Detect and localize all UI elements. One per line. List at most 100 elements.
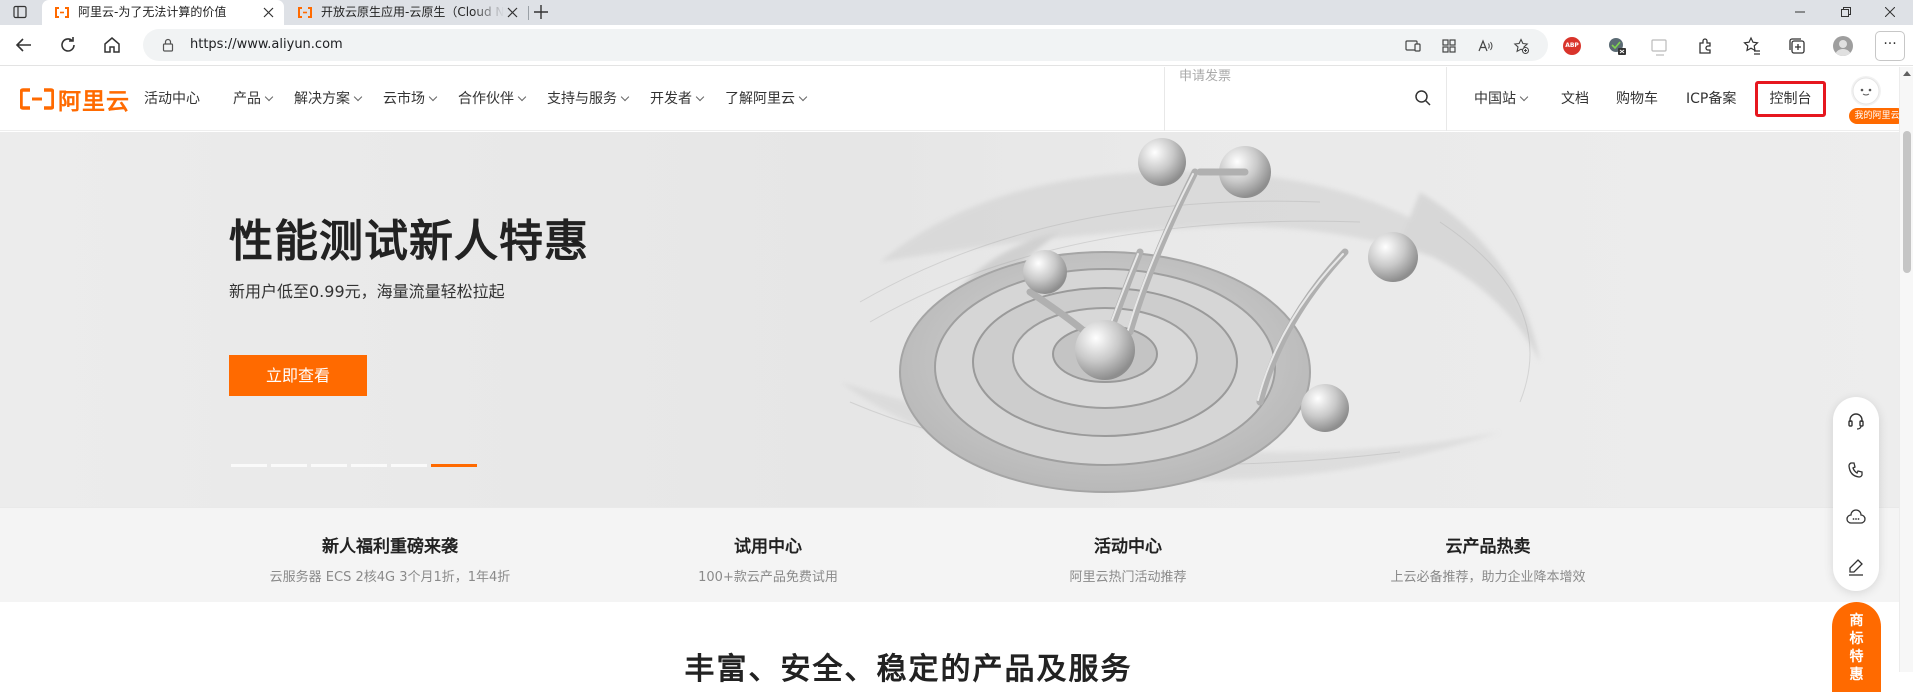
search-icon[interactable] <box>1414 89 1432 107</box>
nav-solutions[interactable]: 解决方案 <box>294 67 363 131</box>
collections-icon[interactable] <box>1787 36 1807 56</box>
nav-partners[interactable]: 合作伙伴 <box>458 67 527 131</box>
tab-cloud-native[interactable]: 开放云原生应用-云原生（Cloud Native） <box>285 0 528 25</box>
nav-label: 云市场 <box>383 91 425 107</box>
highlight-title: 试用中心 <box>734 537 802 557</box>
link-label: ICP备案 <box>1686 91 1737 107</box>
highlight-hot-products[interactable]: 云产品热卖 上云必备推荐，助力企业降本增效 <box>1308 508 1668 585</box>
cart-link[interactable]: 购物车 <box>1616 67 1658 131</box>
chevron-down-icon <box>798 92 808 102</box>
page-scrollbar[interactable] <box>1899 67 1913 672</box>
profile-icon[interactable] <box>1833 36 1853 56</box>
highlight-activity-center[interactable]: 活动中心 阿里云热门活动推荐 <box>948 508 1308 585</box>
read-mode-icon[interactable] <box>1405 38 1421 54</box>
add-favorite-icon[interactable] <box>1513 38 1529 54</box>
hero-banner: 性能测试新人特惠 新用户低至0.99元，海量流量轻松拉起 立即查看 <box>0 132 1913 507</box>
trademark-promo-badge[interactable]: 商 标 特 惠 <box>1832 602 1881 692</box>
extensions-icon[interactable] <box>1696 36 1716 56</box>
highlight-new-user[interactable]: 新人福利重磅来袭 云服务器 ECS 2核4G 3个月1折，1年4折 <box>210 508 570 585</box>
carousel-dot[interactable] <box>311 464 347 467</box>
nav-activity-center[interactable]: 活动中心 <box>144 67 200 131</box>
hero-illustration <box>840 138 1540 493</box>
refresh-icon[interactable] <box>58 35 78 55</box>
link-label: 文档 <box>1561 91 1589 107</box>
nav-marketplace[interactable]: 云市场 <box>383 67 438 131</box>
close-tab-icon[interactable] <box>507 7 518 18</box>
address-bar[interactable]: https://www.aliyun.com <box>143 29 1548 61</box>
close-icon <box>1885 7 1895 17</box>
docs-link[interactable]: 文档 <box>1561 67 1589 131</box>
highlight-desc: 阿里云热门活动推荐 <box>1069 570 1187 585</box>
nav-label: 产品 <box>233 91 261 107</box>
tab-title: 开放云原生应用-云原生（Cloud Native） <box>321 5 504 19</box>
china-site-link[interactable]: 中国站 <box>1474 67 1529 131</box>
close-tab-icon[interactable] <box>263 7 274 18</box>
nav-products[interactable]: 产品 <box>233 67 274 131</box>
promo-char: 商 <box>1849 613 1864 629</box>
extension-badge-icon[interactable] <box>1607 36 1627 56</box>
chevron-down-icon <box>620 92 630 102</box>
nav-developers[interactable]: 开发者 <box>650 67 705 131</box>
carousel-dot-active[interactable] <box>431 464 477 467</box>
close-window-button[interactable] <box>1867 0 1913 25</box>
highlight-desc: 云服务器 ECS 2核4G 3个月1折，1年4折 <box>269 570 511 585</box>
promo-char: 特 <box>1849 649 1864 665</box>
minimize-icon <box>1795 11 1805 13</box>
site-header: 阿里云 活动中心 产品 解决方案 云市场 合作伙伴 支持与服务 开发者 了解阿里… <box>0 67 1913 131</box>
restore-icon <box>1841 7 1851 17</box>
carousel-dot[interactable] <box>351 464 387 467</box>
plus-icon[interactable] <box>532 3 550 21</box>
browser-tab-strip: 阿里云-为了无法计算的价值 开放云原生应用-云原生（Cloud Native） <box>0 0 1913 25</box>
read-aloud-icon[interactable] <box>1477 38 1493 54</box>
link-label: 中国站 <box>1474 91 1516 107</box>
chevron-down-icon <box>1519 92 1529 102</box>
nav-about[interactable]: 了解阿里云 <box>725 67 808 131</box>
edit-icon[interactable] <box>1846 557 1866 577</box>
url-text[interactable]: https://www.aliyun.com <box>190 29 343 61</box>
hero-subtitle: 新用户低至0.99元，海量流量轻松拉起 <box>229 282 505 301</box>
tab-aliyun-home[interactable]: 阿里云-为了无法计算的价值 <box>42 0 284 25</box>
highlight-desc: 100+款云产品免费试用 <box>698 570 838 585</box>
apps-icon[interactable] <box>1441 38 1457 54</box>
home-icon[interactable] <box>102 35 122 55</box>
more-icon[interactable]: ··· <box>1875 31 1905 61</box>
aliyun-logo[interactable]: 阿里云 <box>20 85 130 115</box>
scroll-thumb[interactable] <box>1903 131 1911 273</box>
hero-title: 性能测试新人特惠 <box>229 216 589 267</box>
nav-label: 了解阿里云 <box>725 91 795 107</box>
avatar[interactable] <box>1851 76 1881 106</box>
search-input[interactable] <box>1179 67 1409 85</box>
back-icon[interactable] <box>14 35 34 55</box>
adblock-plus-icon[interactable]: ABP <box>1563 37 1581 55</box>
restore-button[interactable] <box>1823 0 1869 25</box>
headset-icon[interactable] <box>1846 411 1866 431</box>
nav-label: 开发者 <box>650 91 692 107</box>
aliyun-favicon <box>298 7 312 18</box>
highlight-trial-center[interactable]: 试用中心 100+款云产品免费试用 <box>588 508 948 585</box>
carousel-dot[interactable] <box>271 464 307 467</box>
tab-title: 阿里云-为了无法计算的价值 <box>78 5 227 19</box>
nav-support[interactable]: 支持与服务 <box>547 67 630 131</box>
scroll-up-arrow-icon[interactable] <box>1903 71 1911 76</box>
favorites-icon[interactable] <box>1742 36 1762 56</box>
lock-icon[interactable] <box>161 38 175 52</box>
screenshot-icon[interactable] <box>1650 36 1670 56</box>
highlight-desc: 上云必备推荐，助力企业降本增效 <box>1390 570 1586 585</box>
browser-toolbar: https://www.aliyun.com ABP ··· <box>0 25 1913 66</box>
highlights-strip: 新人福利重磅来袭 云服务器 ECS 2核4G 3个月1折，1年4折 试用中心 1… <box>0 507 1913 602</box>
promo-char: 惠 <box>1849 667 1864 683</box>
cloud-chat-icon[interactable] <box>1846 508 1866 528</box>
promo-char: 标 <box>1849 631 1864 647</box>
view-now-button[interactable]: 立即查看 <box>229 355 367 396</box>
minimize-button[interactable] <box>1777 0 1823 25</box>
carousel-dot[interactable] <box>391 464 427 467</box>
highlight-title: 活动中心 <box>1094 537 1162 557</box>
icp-filing-link[interactable]: ICP备案 <box>1686 67 1736 131</box>
tab-actions-icon[interactable] <box>13 5 27 19</box>
nav-label: 合作伙伴 <box>458 91 514 107</box>
phone-icon[interactable] <box>1846 460 1866 480</box>
carousel-dot[interactable] <box>231 464 267 467</box>
console-button[interactable]: 控制台 <box>1755 81 1826 117</box>
highlight-title: 云产品热卖 <box>1445 537 1531 557</box>
my-aliyun-badge[interactable]: 我的阿里云 <box>1849 108 1905 124</box>
